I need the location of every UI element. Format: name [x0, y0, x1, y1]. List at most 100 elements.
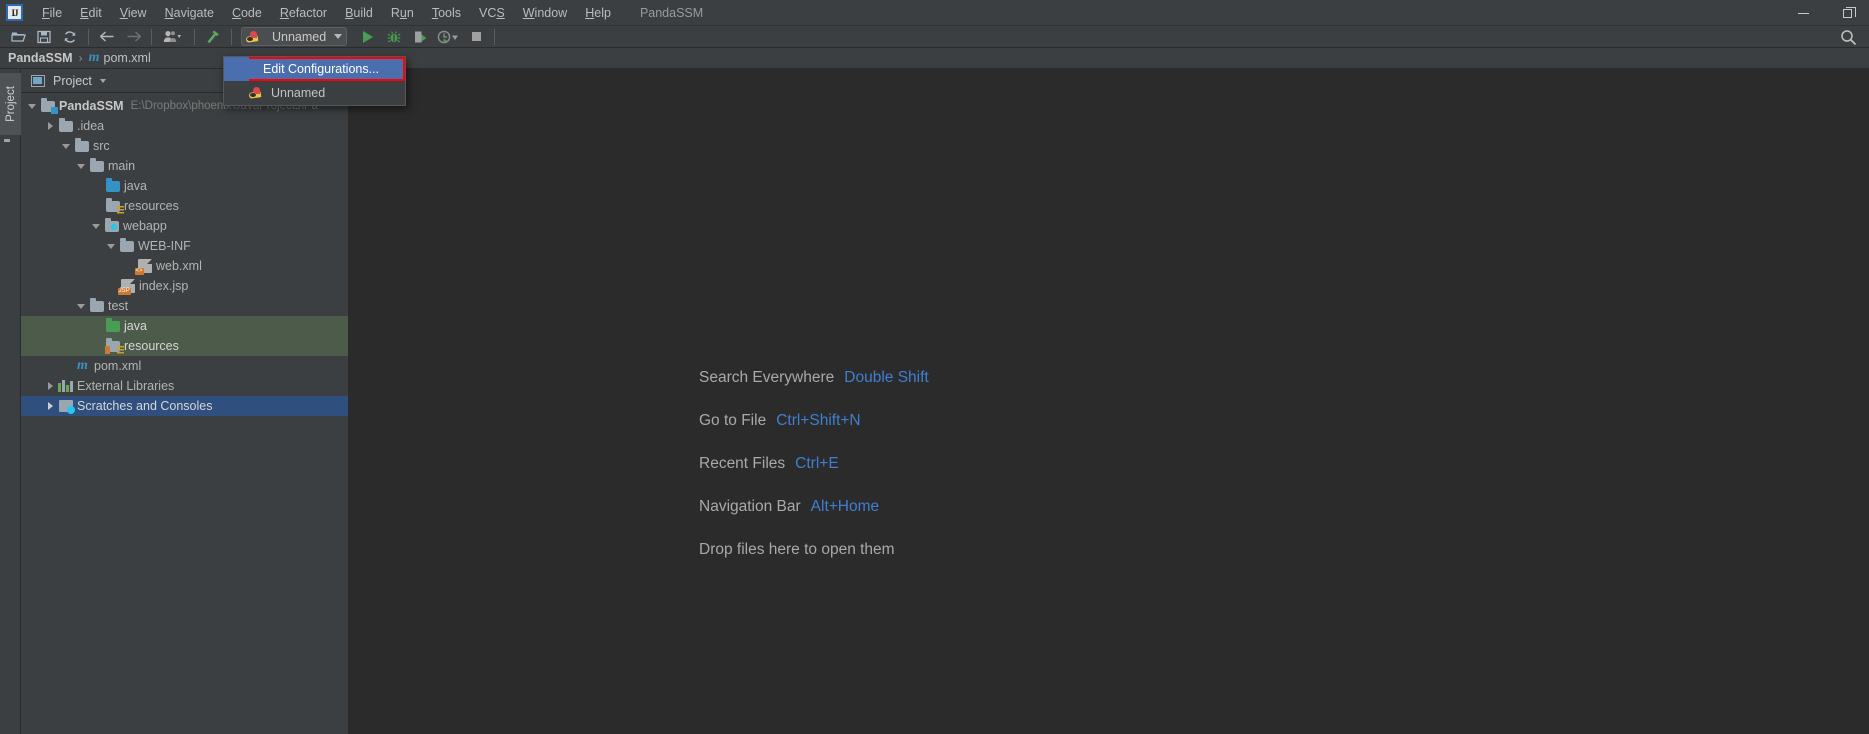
save-all-button[interactable]: [32, 27, 56, 47]
expand-arrow[interactable]: [43, 122, 57, 130]
debug-icon: [387, 30, 401, 42]
sync-refresh-button[interactable]: [58, 27, 82, 47]
menu-build[interactable]: Build: [336, 3, 382, 23]
tree-node-web-inf[interactable]: WEB-INF: [21, 236, 348, 256]
tree-node-main-resources[interactable]: resources: [21, 196, 348, 216]
toolbar-divider-2: [151, 28, 152, 45]
tree-node-test-resources[interactable]: resources: [21, 336, 348, 356]
run-configuration-dropdown[interactable]: Edit Configurations... Unnamed: [223, 56, 406, 106]
tree-node-pom-xml[interactable]: m pom.xml: [21, 356, 348, 376]
profiler-button[interactable]: [434, 27, 462, 47]
run-button[interactable]: [356, 27, 380, 47]
menu-view[interactable]: View: [111, 3, 156, 23]
forward-button[interactable]: [121, 27, 145, 47]
folder-icon: [73, 138, 90, 152]
save-all-icon: [37, 30, 51, 43]
build-button[interactable]: [201, 27, 225, 47]
dropdown-item-unnamed[interactable]: Unnamed: [224, 81, 405, 105]
minimize-icon: [1797, 12, 1809, 14]
tree-label: resources: [124, 199, 179, 213]
menu-window[interactable]: Window: [514, 3, 576, 23]
search-icon: [1841, 30, 1857, 46]
dropdown-item-label-wrapper: Unnamed: [248, 86, 405, 100]
folder-icon: [88, 158, 105, 172]
welcome-hint-shortcut: Alt+Home: [810, 498, 880, 515]
run-with-coverage-icon: [414, 31, 427, 42]
project-panel-title: Project: [53, 73, 92, 88]
dropdown-item-edit-configurations[interactable]: Edit Configurations...: [224, 57, 405, 81]
welcome-hint-shortcut: Double Shift: [844, 369, 929, 386]
tree-node-test[interactable]: test: [21, 296, 348, 316]
tree-node-src[interactable]: src: [21, 136, 348, 156]
tree-node-idea[interactable]: .idea: [21, 116, 348, 136]
stop-icon: [471, 32, 481, 41]
test-source-folder-icon: [104, 318, 121, 332]
tree-node-webapp[interactable]: webapp: [21, 216, 348, 236]
build-hammer-icon: [207, 30, 219, 43]
menu-refactor[interactable]: Refactor: [271, 3, 336, 23]
xml-file-icon: <>: [134, 259, 153, 275]
expand-arrow[interactable]: [59, 143, 73, 149]
tool-window-tab-project[interactable]: Project: [0, 73, 21, 135]
menu-run[interactable]: Run: [382, 3, 423, 23]
sync-refresh-icon: [64, 30, 76, 43]
welcome-hint-label: Go to File: [699, 412, 767, 429]
tree-label: main: [108, 159, 136, 173]
dropdown-gutter: [224, 81, 249, 105]
tree-node-web-xml[interactable]: <> web.xml: [21, 256, 348, 276]
expand-arrow[interactable]: [43, 382, 57, 390]
dropdown-item-label: Unnamed: [271, 86, 326, 100]
run-with-coverage-button[interactable]: [408, 27, 432, 47]
test-resource-folder-icon: [104, 338, 124, 354]
menu-vcs[interactable]: VCS: [470, 3, 514, 23]
welcome-hint-row: Recent Files Ctrl+E: [699, 455, 929, 473]
tree-label: web.xml: [156, 259, 202, 273]
resource-folder-icon: [104, 198, 124, 214]
stop-button[interactable]: [464, 27, 488, 47]
menu-tools[interactable]: Tools: [423, 3, 470, 23]
tree-label: pom.xml: [94, 359, 142, 373]
tree-node-test-java[interactable]: java: [21, 316, 348, 336]
tree-label: PandaSSM: [59, 99, 124, 113]
expand-arrow[interactable]: [43, 402, 57, 410]
intellij-idea-window: IJ File Edit View Navigate Code Refactor…: [0, 0, 1869, 734]
maven-file-icon: m: [77, 358, 88, 373]
chevron-down-icon[interactable]: [99, 78, 106, 83]
menu-edit[interactable]: Edit: [71, 3, 111, 23]
back-button[interactable]: [95, 27, 119, 47]
debug-button[interactable]: [382, 27, 406, 47]
maximize-icon: [1842, 6, 1856, 18]
menu-bar: IJ File Edit View Navigate Code Refactor…: [0, 0, 1869, 26]
tree-label: Scratches and Consoles: [77, 399, 213, 413]
forward-arrow-icon: [127, 31, 141, 42]
expand-arrow[interactable]: [89, 223, 103, 229]
open-project-button[interactable]: [6, 27, 30, 47]
menu-help[interactable]: Help: [576, 3, 620, 23]
run-configuration-selector[interactable]: Unnamed: [241, 27, 348, 46]
expand-arrow[interactable]: [74, 303, 88, 309]
webapp-folder-icon: [103, 218, 120, 232]
breadcrumb-file[interactable]: pom.xml: [104, 51, 151, 65]
expand-arrow[interactable]: [104, 243, 118, 249]
profile-icon: [163, 31, 181, 42]
project-tree[interactable]: PandaSSM E:\Dropbox\phoenix\JavaProjects…: [21, 93, 348, 416]
project-tool-window: Project PandaSSM E:\Dropbox\phoenix\Java…: [21, 69, 349, 734]
expand-arrow[interactable]: [25, 103, 39, 109]
tree-node-main-java[interactable]: java: [21, 176, 348, 196]
menu-navigate[interactable]: Navigate: [156, 3, 223, 23]
menu-code[interactable]: Code: [223, 3, 271, 23]
maximize-button[interactable]: [1825, 0, 1869, 26]
tree-node-main[interactable]: main: [21, 156, 348, 176]
tree-node-external-libraries[interactable]: External Libraries: [21, 376, 348, 396]
tree-node-scratches-and-consoles[interactable]: Scratches and Consoles: [21, 396, 348, 416]
tool-window-tab-project-label: Project: [4, 86, 17, 122]
editor-area[interactable]: Search Everywhere Double Shift Go to Fil…: [349, 69, 1869, 734]
minimize-button[interactable]: [1781, 0, 1825, 26]
expand-arrow[interactable]: [74, 163, 88, 169]
breadcrumb-project[interactable]: PandaSSM: [8, 51, 73, 65]
profile-settings-button[interactable]: [158, 27, 188, 47]
menu-file[interactable]: File: [33, 3, 71, 23]
run-config-bug-icon: [248, 87, 265, 99]
tree-node-index-jsp[interactable]: JSP index.jsp: [21, 276, 348, 296]
run-config-bug-icon: [245, 30, 262, 43]
